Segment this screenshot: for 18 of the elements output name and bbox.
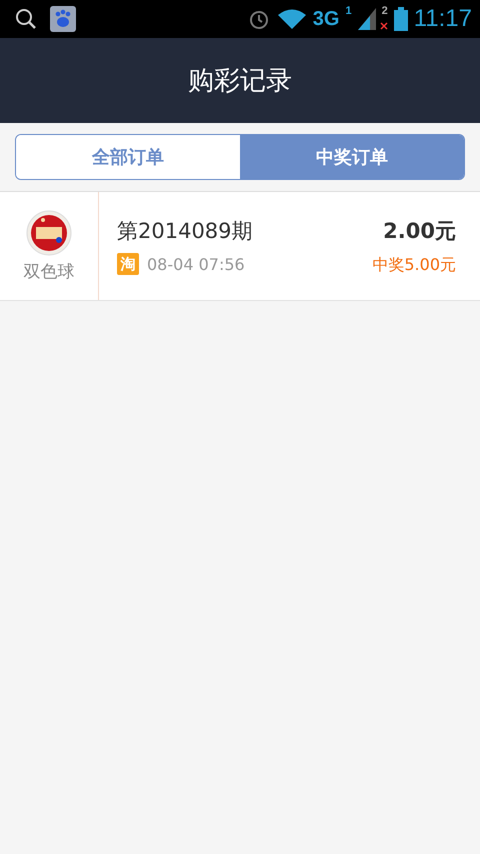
issue-number: 第2014089期 (117, 218, 254, 245)
lottery-logo-icon (26, 210, 72, 256)
sim-number: 1 (345, 5, 352, 17)
source-badge: 淘 (117, 253, 139, 275)
tab[interactable]: 中奖订单 (240, 135, 464, 179)
network-type: 3G (312, 8, 340, 30)
clock-time: 11:17 (414, 5, 472, 33)
sim-number: 2 (382, 5, 388, 17)
prize-amount: 中奖5.00元 (372, 254, 456, 276)
order-amount: 2.00元 (383, 218, 456, 244)
battery-icon (394, 7, 408, 31)
order-time: 08-04 07:56 (147, 254, 245, 274)
wifi-icon (276, 7, 307, 31)
page-title: 购彩记录 (188, 65, 292, 98)
no-signal-icon (380, 22, 388, 30)
search-icon[interactable] (14, 7, 38, 31)
game-name: 双色球 (24, 260, 74, 282)
signal-icon (358, 8, 376, 30)
